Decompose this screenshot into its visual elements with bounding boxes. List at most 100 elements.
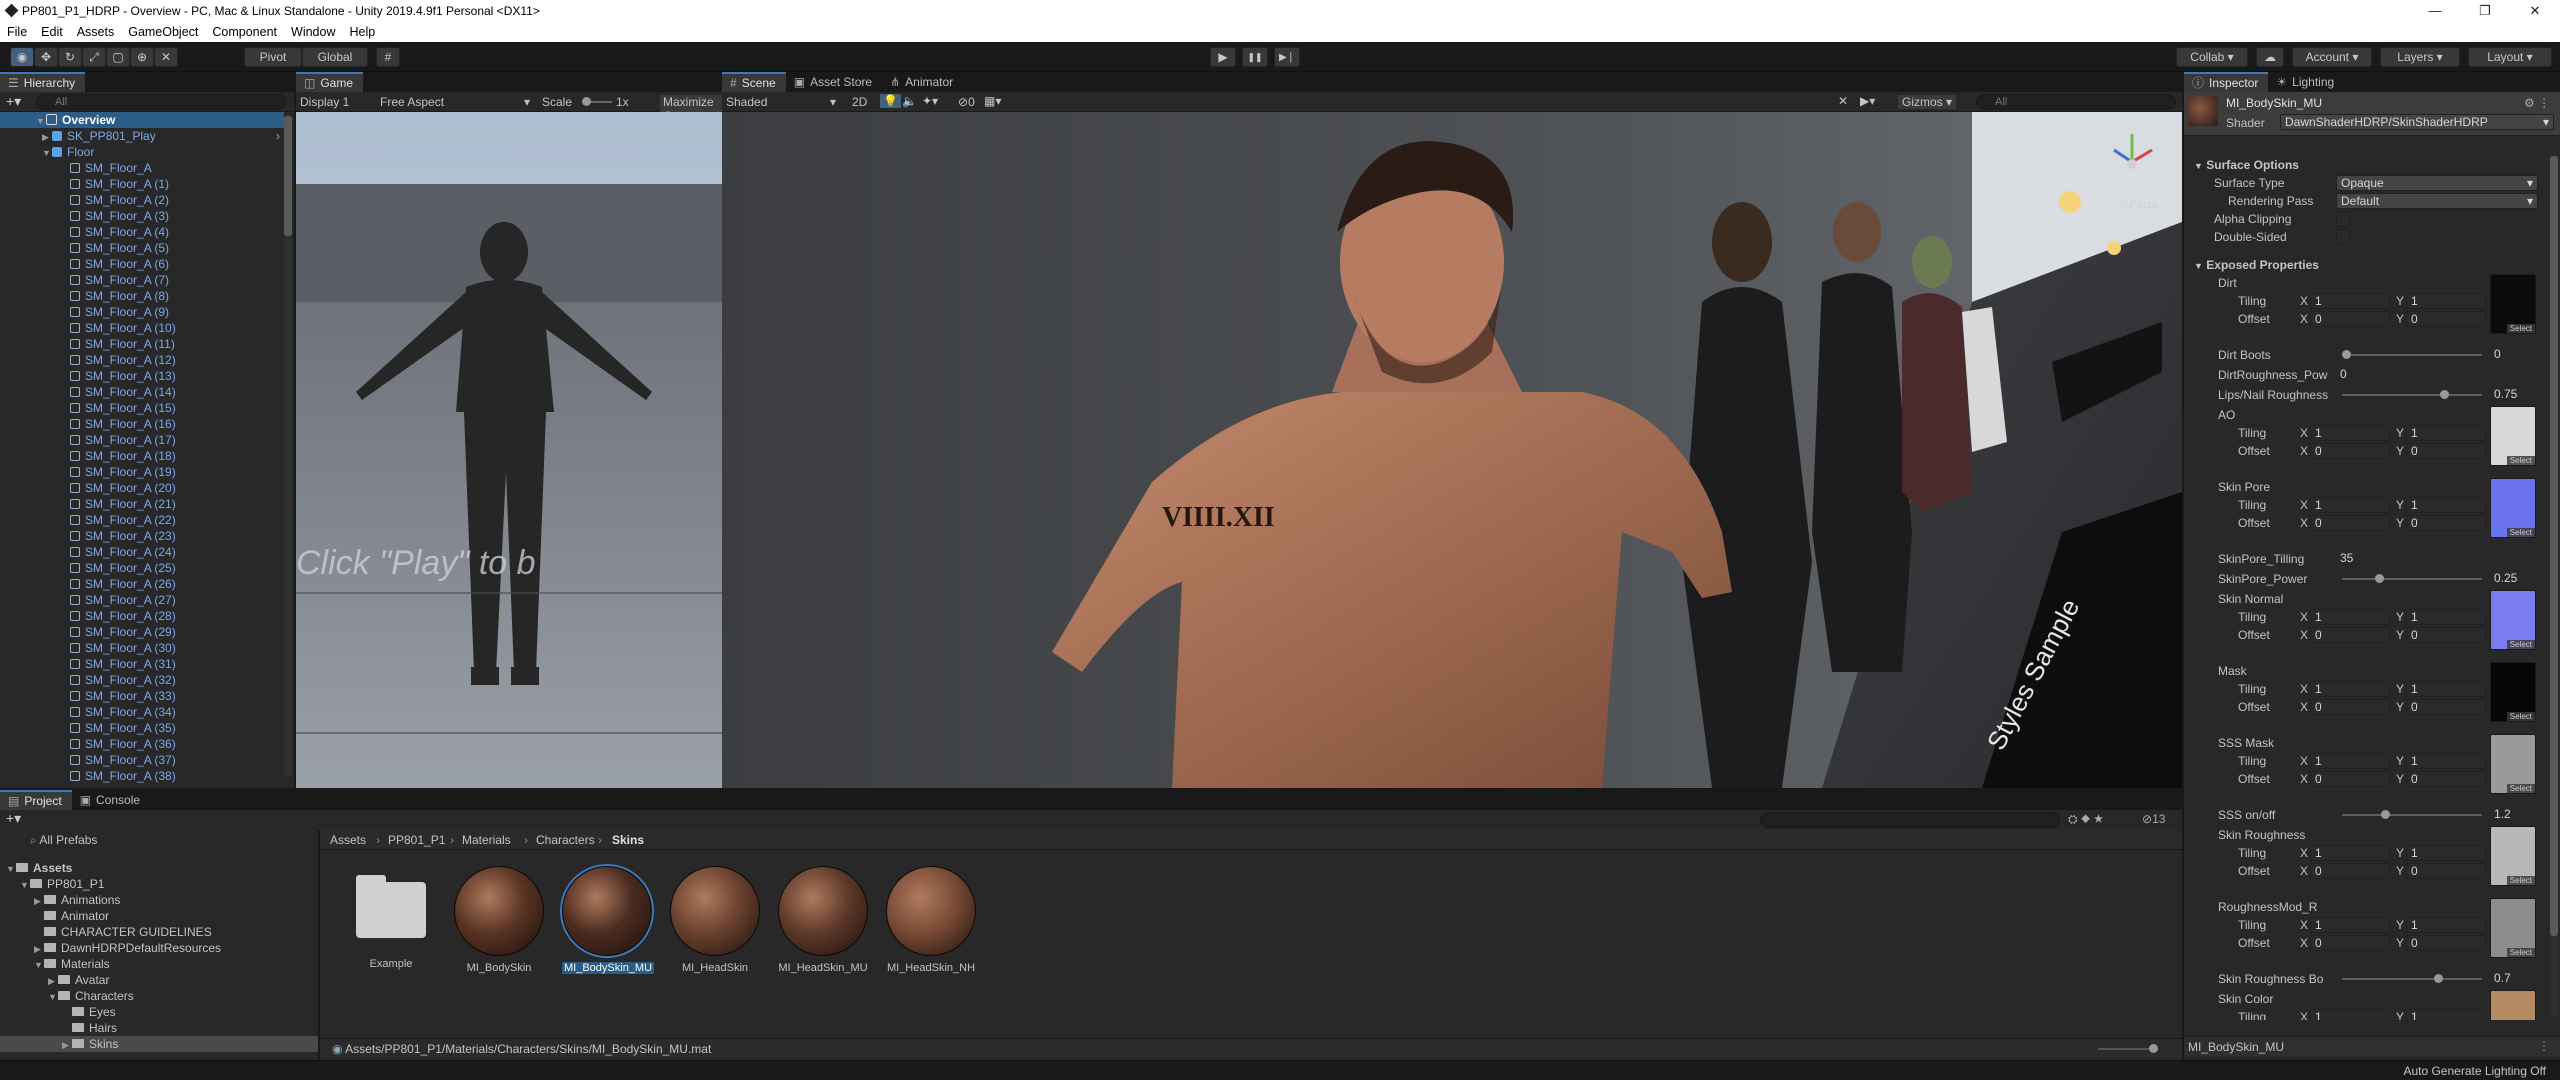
hierarchy-item[interactable]: SM_Floor_A (14)	[0, 384, 284, 400]
hierarchy-item[interactable]: SM_Floor_A (7)	[0, 272, 284, 288]
offset-x-field[interactable]: 0	[2310, 627, 2390, 643]
offset-y-field[interactable]: 0	[2406, 935, 2486, 951]
tab-inspector[interactable]: ⓘ Inspector	[2184, 72, 2269, 92]
texture-slot[interactable]: Select	[2490, 478, 2536, 538]
folder-tree-item[interactable]: ▼ Materials	[0, 956, 318, 972]
offset-y-field[interactable]: 0	[2406, 863, 2486, 879]
hierarchy-item[interactable]: SM_Floor_A	[0, 160, 284, 176]
tiling-x-field[interactable]: 1	[2310, 425, 2390, 441]
dirt-boots-slider[interactable]	[2342, 350, 2482, 359]
texture-slot[interactable]: Select	[2490, 406, 2536, 466]
texture-slot[interactable]: Select	[2490, 990, 2536, 1020]
texture-slot[interactable]: Select	[2490, 274, 2536, 334]
tiling-y-field[interactable]: 1	[2406, 609, 2486, 625]
add-icon[interactable]: +▾	[6, 93, 21, 110]
collab-dropdown[interactable]: Collab ▾	[2176, 47, 2248, 67]
offset-y-field[interactable]: 0	[2406, 311, 2486, 327]
lighting-toggle-icon[interactable]: 💡	[880, 94, 901, 108]
tiling-y-field[interactable]: 1	[2406, 753, 2486, 769]
offset-x-field[interactable]: 0	[2310, 443, 2390, 459]
asset-material[interactable]: MI_BodySkin_MU	[560, 864, 655, 974]
skinpore-power-value[interactable]: 0.25	[2490, 571, 2538, 587]
offset-x-field[interactable]: 0	[2310, 935, 2390, 951]
hierarchy-item[interactable]: SM_Floor_A (4)	[0, 224, 284, 240]
scale-slider[interactable]	[582, 97, 612, 106]
asset-folder[interactable]: Example	[346, 866, 436, 970]
offset-y-field[interactable]: 0	[2406, 627, 2486, 643]
tiling-y-field[interactable]: 1	[2406, 293, 2486, 309]
gizmos-dropdown[interactable]: Gizmos ▾	[1898, 95, 1957, 109]
offset-y-field[interactable]: 0	[2406, 443, 2486, 459]
material-settings-icon[interactable]: ⚙ ⋮	[2524, 96, 2550, 110]
game-viewport[interactable]: Click "Play" to b	[296, 112, 722, 788]
hierarchy-item[interactable]: SM_Floor_A (19)	[0, 464, 284, 480]
hierarchy-item[interactable]: SM_Floor_A (6)	[0, 256, 284, 272]
transform-tool-icon[interactable]: ⊕	[130, 47, 154, 67]
breadcrumb-3[interactable]: Characters	[536, 833, 595, 847]
hierarchy-item[interactable]: ▼ Floor	[0, 144, 284, 160]
lips-nail-roughness-value[interactable]: 0.75	[2490, 387, 2538, 403]
sss-onoff-slider[interactable]	[2342, 810, 2482, 819]
snap-icon[interactable]: #	[376, 47, 400, 67]
account-dropdown[interactable]: Account ▾	[2292, 47, 2372, 67]
scene-viewport[interactable]: Styles Sample VIIII.XII < Persp	[722, 112, 2182, 788]
folder-tree-item[interactable]: ▶ Animations	[0, 892, 318, 908]
hierarchy-item[interactable]: SM_Floor_A (2)	[0, 192, 284, 208]
play-button[interactable]: ▶	[1210, 47, 1236, 67]
asset-material[interactable]: MI_HeadSkin_NH	[886, 866, 976, 974]
dirt-boots-value[interactable]: 0	[2490, 347, 2538, 363]
lips-nail-roughness-slider[interactable]	[2342, 390, 2482, 399]
tab-animator[interactable]: ⋔ Animator	[882, 72, 963, 92]
offset-y-field[interactable]: 0	[2406, 699, 2486, 715]
hierarchy-item[interactable]: SM_Floor_A (5)	[0, 240, 284, 256]
double-sided-checkbox[interactable]	[2336, 229, 2350, 245]
surface-options-header[interactable]: ▼ Surface Options	[2184, 156, 2546, 174]
scene-search[interactable]: All	[1976, 94, 2176, 110]
audio-toggle-icon[interactable]: 🔈	[902, 94, 917, 108]
folder-tree-item[interactable]: Hairs	[0, 1020, 318, 1036]
hierarchy-item[interactable]: SM_Floor_A (26)	[0, 576, 284, 592]
hierarchy-item[interactable]: SM_Floor_A (15)	[0, 400, 284, 416]
hierarchy-item[interactable]: SM_Floor_A (32)	[0, 672, 284, 688]
texture-slot[interactable]: Select	[2490, 898, 2536, 958]
hierarchy-item[interactable]: SM_Floor_A (13)	[0, 368, 284, 384]
hierarchy-item[interactable]: SM_Floor_A (9)	[0, 304, 284, 320]
hierarchy-item[interactable]: SM_Floor_A (25)	[0, 560, 284, 576]
texture-slot[interactable]: Select	[2490, 826, 2536, 886]
custom-tool-icon[interactable]: ✕	[154, 47, 178, 67]
hierarchy-item[interactable]: SM_Floor_A (33)	[0, 688, 284, 704]
hierarchy-item[interactable]: SM_Floor_A (34)	[0, 704, 284, 720]
layout-dropdown[interactable]: Layout ▾	[2468, 47, 2552, 67]
tab-asset-store[interactable]: ▣ Asset Store	[786, 72, 882, 92]
hierarchy-item[interactable]: SM_Floor_A (27)	[0, 592, 284, 608]
2d-toggle[interactable]: 2D	[852, 95, 867, 109]
hierarchy-item[interactable]: SM_Floor_A (18)	[0, 448, 284, 464]
menu-gameobject[interactable]: GameObject	[121, 25, 205, 39]
tiling-x-field[interactable]: 1	[2310, 293, 2390, 309]
tiling-x-field[interactable]: 1	[2310, 1009, 2390, 1020]
tab-project[interactable]: ▤ Project	[0, 790, 72, 810]
fx-toggle-icon[interactable]: ✦▾	[922, 94, 938, 108]
breadcrumb-2[interactable]: Materials	[462, 833, 511, 847]
dirt-roughness-pow-value[interactable]: 0	[2336, 367, 2538, 383]
tiling-x-field[interactable]: 1	[2310, 681, 2390, 697]
exposed-properties-header[interactable]: ▼ Exposed Properties	[2184, 256, 2546, 274]
hierarchy-search[interactable]: All	[36, 94, 286, 110]
hierarchy-item[interactable]: SM_Floor_A (23)	[0, 528, 284, 544]
skinpore-tilling-value[interactable]: 35	[2336, 551, 2538, 567]
texture-slot[interactable]: Select	[2490, 590, 2536, 650]
tiling-x-field[interactable]: 1	[2310, 609, 2390, 625]
tools-icon[interactable]: ✕	[1838, 94, 1848, 108]
hierarchy-scrollbar[interactable]	[284, 116, 292, 776]
tiling-x-field[interactable]: 1	[2310, 917, 2390, 933]
hierarchy-item[interactable]: SM_Floor_A (31)	[0, 656, 284, 672]
hierarchy-item[interactable]: SM_Floor_A (16)	[0, 416, 284, 432]
tiling-x-field[interactable]: 1	[2310, 497, 2390, 513]
hierarchy-item[interactable]: SM_Floor_A (35)	[0, 720, 284, 736]
offset-x-field[interactable]: 0	[2310, 311, 2390, 327]
breadcrumb-0[interactable]: Assets	[330, 833, 366, 847]
tab-game[interactable]: ◫ Game	[296, 72, 364, 92]
alpha-clipping-checkbox[interactable]	[2336, 211, 2350, 227]
layers-dropdown[interactable]: Layers ▾	[2380, 47, 2460, 67]
offset-x-field[interactable]: 0	[2310, 699, 2390, 715]
